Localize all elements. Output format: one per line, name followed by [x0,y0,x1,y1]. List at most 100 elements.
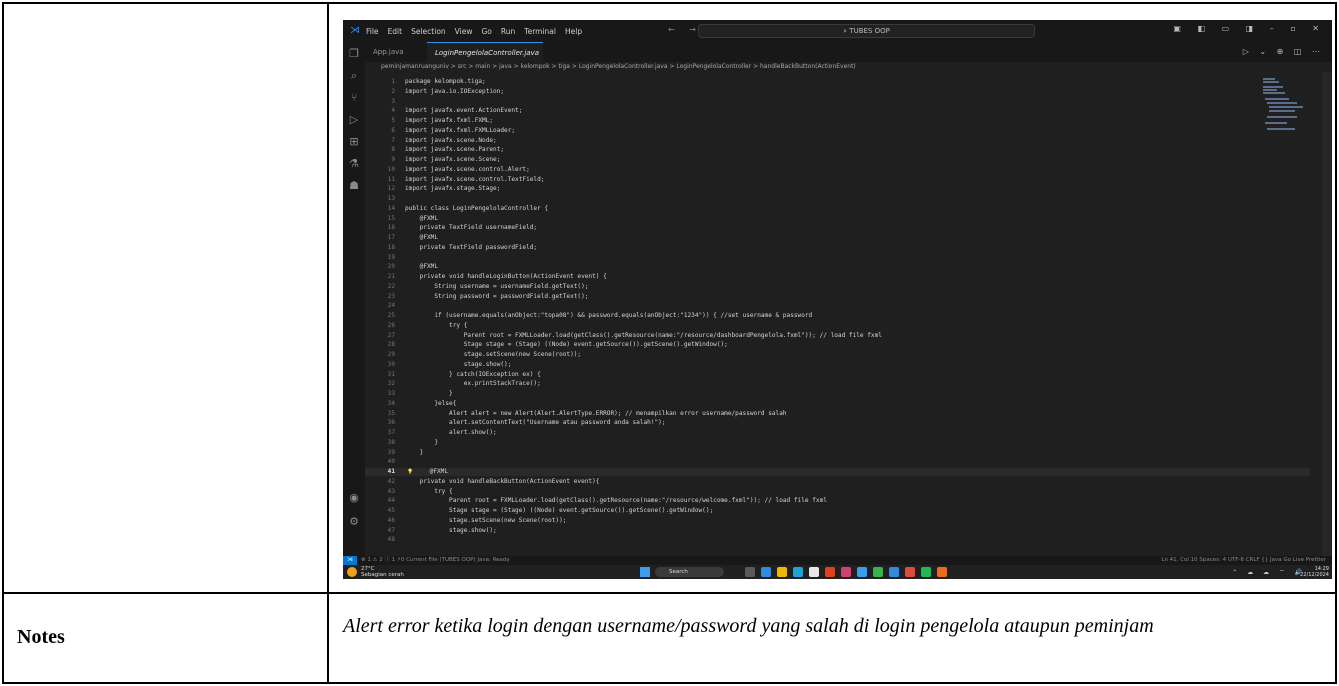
taskbar-clock[interactable]: 14:29 22/12/2024 [1300,566,1329,578]
code-line[interactable]: 3 [365,98,1310,106]
code-line[interactable]: 11 import javafx.scene.control.TextField; [365,176,1310,184]
code-line[interactable]: 34 }else{ [365,400,1310,408]
windows-start-icon[interactable] [640,567,650,577]
code-line[interactable]: 7 import javafx.scene.Node; [365,137,1310,145]
code-line[interactable]: 12 import javafx.stage.Stage; [365,185,1310,193]
taskbar-app-icon[interactable] [777,567,787,577]
taskbar-app-icon[interactable] [793,567,803,577]
weather-widget[interactable]: 27°C Sebagian cerah [347,566,404,578]
code-line[interactable]: 23 String password = passwordField.getTe… [365,293,1310,301]
code-line[interactable]: 8 import javafx.scene.Parent; [365,146,1310,154]
code-line[interactable]: 44 Parent root = FXMLLoader.load(getClas… [365,497,1310,505]
code-line[interactable]: 19 [365,254,1310,262]
menu-help[interactable]: Help [565,27,582,36]
code-line[interactable]: 36 alert.setContentText("Username atau p… [365,419,1310,427]
nav-arrows-icon[interactable]: ← → [668,25,702,34]
status-left[interactable]: ⊗ 1 ⚠ 2 ⓘ 1 ⚡0 Current File (TUBES OOP) … [361,556,510,565]
menu-edit[interactable]: Edit [388,27,403,36]
code-line[interactable]: 40 [365,458,1310,466]
code-line[interactable]: 17 @FXML [365,234,1310,242]
code-line[interactable]: 10 import javafx.scene.control.Alert; [365,166,1310,174]
menu-terminal[interactable]: Terminal [524,27,556,36]
code-line[interactable]: 16 private TextField usernameField; [365,224,1310,232]
settings-gear-icon[interactable]: ⚙ [348,516,360,528]
code-line[interactable]: 22 String username = usernameField.getTe… [365,283,1310,291]
code-line[interactable]: 32 ex.printStackTrace(); [365,380,1310,388]
menu-run[interactable]: Run [501,27,515,36]
code-line[interactable]: 2 import java.io.IOException; [365,88,1310,96]
code-line[interactable]: 15 @FXML [365,215,1310,223]
code-line[interactable]: 38 } [365,439,1310,447]
run-debug-icon[interactable]: ▷ [348,114,360,126]
code-line[interactable]: 24 [365,302,1310,310]
code-line[interactable]: 29 stage.setScene(new Scene(root)); [365,351,1310,359]
code-line[interactable]: 42 private void handleBackButton(ActionE… [365,478,1310,486]
taskbar-app-icon[interactable] [937,567,947,577]
code-editor[interactable]: 1 package kelompok.tiga; 2 import java.io.I… [365,72,1332,556]
taskbar-app-icon[interactable] [889,567,899,577]
status-right[interactable]: Ln 41, Col 10 Spaces: 4 UTF-8 CRLF {} Ja… [1161,556,1326,565]
minimap[interactable] [1263,78,1303,132]
taskbar-app-icon[interactable] [857,567,867,577]
lightbulb-icon[interactable]: 💡 [407,468,413,476]
menu-go[interactable]: Go [481,27,491,36]
code-line[interactable]: 31 } catch(IOException ex) { [365,371,1310,379]
code-line[interactable]: 48 [365,536,1310,544]
account-icon[interactable]: ◉ [348,492,360,504]
code-line[interactable]: 33 } [365,390,1310,398]
explorer-icon[interactable]: ❐ [348,48,360,60]
android-icon[interactable]: ☗ [348,180,360,192]
code-line[interactable]: 43 try { [365,488,1310,496]
code-line[interactable]: 28 Stage stage = (Stage) ((Node) event.g… [365,341,1310,349]
code-line[interactable]: 5 import javafx.fxml.FXML; [365,117,1310,125]
tab-loginpengelolacontroller-java[interactable]: LoginPengelolaController.java ✕ [427,42,543,77]
remote-indicator-icon[interactable]: ⋊ [343,556,357,565]
taskbar-app-icon[interactable] [921,567,931,577]
notes-text-cell: Alert error ketika login dengan username… [329,594,1335,682]
menu-selection[interactable]: Selection [411,27,446,36]
code-line[interactable]: 27 Parent root = FXMLLoader.load(getClas… [365,332,1310,340]
search-icon[interactable]: ⌕ [348,70,360,82]
code-line[interactable]: 35 Alert alert = new Alert(Alert.AlertTy… [365,410,1310,418]
code-line[interactable]: 41 💡 @FXML [365,468,1310,477]
taskbar-app-icon[interactable] [841,567,851,577]
code-line[interactable]: 18 private TextField passwordField; [365,244,1310,252]
code-line[interactable]: 25 if (username.equals(anObject:"topa08"… [365,312,1310,320]
code-line[interactable]: 9 import javafx.scene.Scene; [365,156,1310,164]
tab-app-java[interactable]: App.java [365,42,427,62]
code-line[interactable]: 30 stage.show(); [365,361,1310,369]
taskbar-app-icon[interactable] [825,567,835,577]
code-line[interactable]: 39 } [365,449,1310,457]
system-tray-icons[interactable]: ⌃ ☁ ☁ ⌔ 🔊 [1232,568,1306,576]
code-line[interactable]: 37 alert.show(); [365,429,1310,437]
testing-icon[interactable]: ⚗ [348,158,360,170]
code-line[interactable]: 26 try { [365,322,1310,330]
extensions-icon[interactable]: ⊞ [348,136,360,148]
code-line[interactable]: 21 private void handleLoginButton(Action… [365,273,1310,281]
menu-view[interactable]: View [455,27,473,36]
line-number: 26 [387,321,395,329]
code-line[interactable]: 6 import javafx.fxml.FXMLLoader; [365,127,1310,135]
line-number: 22 [387,282,395,290]
code-line[interactable]: 4 import javafx.event.ActionEvent; [365,107,1310,115]
source-control-icon[interactable]: ⑂ [348,92,360,104]
taskbar-app-icon[interactable] [809,567,819,577]
taskbar-search[interactable]: Search [655,567,724,577]
taskbar-app-icon[interactable] [761,567,771,577]
breadcrumb[interactable]: peminjamanruanguniv > src > main > java … [365,62,1332,72]
taskbar-app-icon[interactable] [873,567,883,577]
code-line[interactable]: 45 Stage stage = (Stage) ((Node) event.g… [365,507,1310,515]
vertical-scrollbar[interactable] [1322,72,1332,556]
code-line[interactable]: 14 public class LoginPengelolaController … [365,205,1310,213]
code-line[interactable]: 1 package kelompok.tiga; [365,78,1310,86]
window-controls-icon[interactable]: ▣ ◧ ▭ ◨ – ▫ ✕ [1173,24,1326,33]
code-line[interactable]: 13 [365,195,1310,203]
menu-file[interactable]: File [366,27,379,36]
taskbar-app-icon[interactable] [745,567,755,577]
code-line[interactable]: 46 stage.setScene(new Scene(root)); [365,517,1310,525]
command-center-search[interactable]: ⌕ TUBES OOP [698,24,1035,38]
run-split-more-icon[interactable]: ▷ ⌄ ⊕ ◫ ⋯ [1243,47,1324,56]
code-line[interactable]: 47 stage.show(); [365,527,1310,535]
code-line[interactable]: 20 @FXML [365,263,1310,271]
taskbar-app-icon[interactable] [905,567,915,577]
